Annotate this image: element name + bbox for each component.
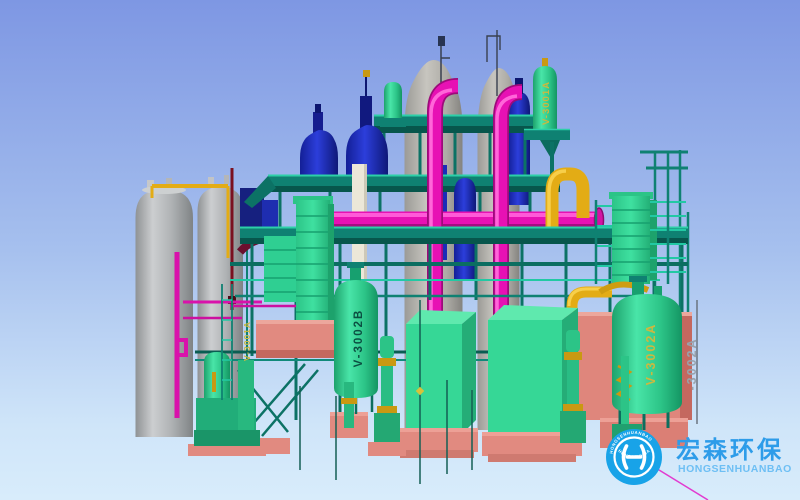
foundation-left-hx (256, 320, 338, 358)
vessel-v3002a-gray-tag: -3002A (685, 338, 699, 391)
green-box-tank-left (406, 310, 476, 434)
vessel-v3002a-tag: V-3002A (644, 323, 658, 386)
vessel-v3001a-tag: V-3001A (541, 81, 552, 125)
vessel-v3002b: V-3002B (334, 262, 378, 414)
left-pump-area-tag: V-3001A (242, 321, 252, 361)
vessel-v3002b-tag: V-3002B (353, 309, 365, 368)
plant-3d-render: V-3001A (0, 0, 800, 500)
logo-english-name: HONGSENHUANBAO (678, 463, 792, 475)
storage-tank-left-front (136, 178, 194, 437)
plant-scene-canvas: V-3001A (0, 0, 800, 500)
logo-chinese-name: 宏森环保 (676, 436, 784, 464)
